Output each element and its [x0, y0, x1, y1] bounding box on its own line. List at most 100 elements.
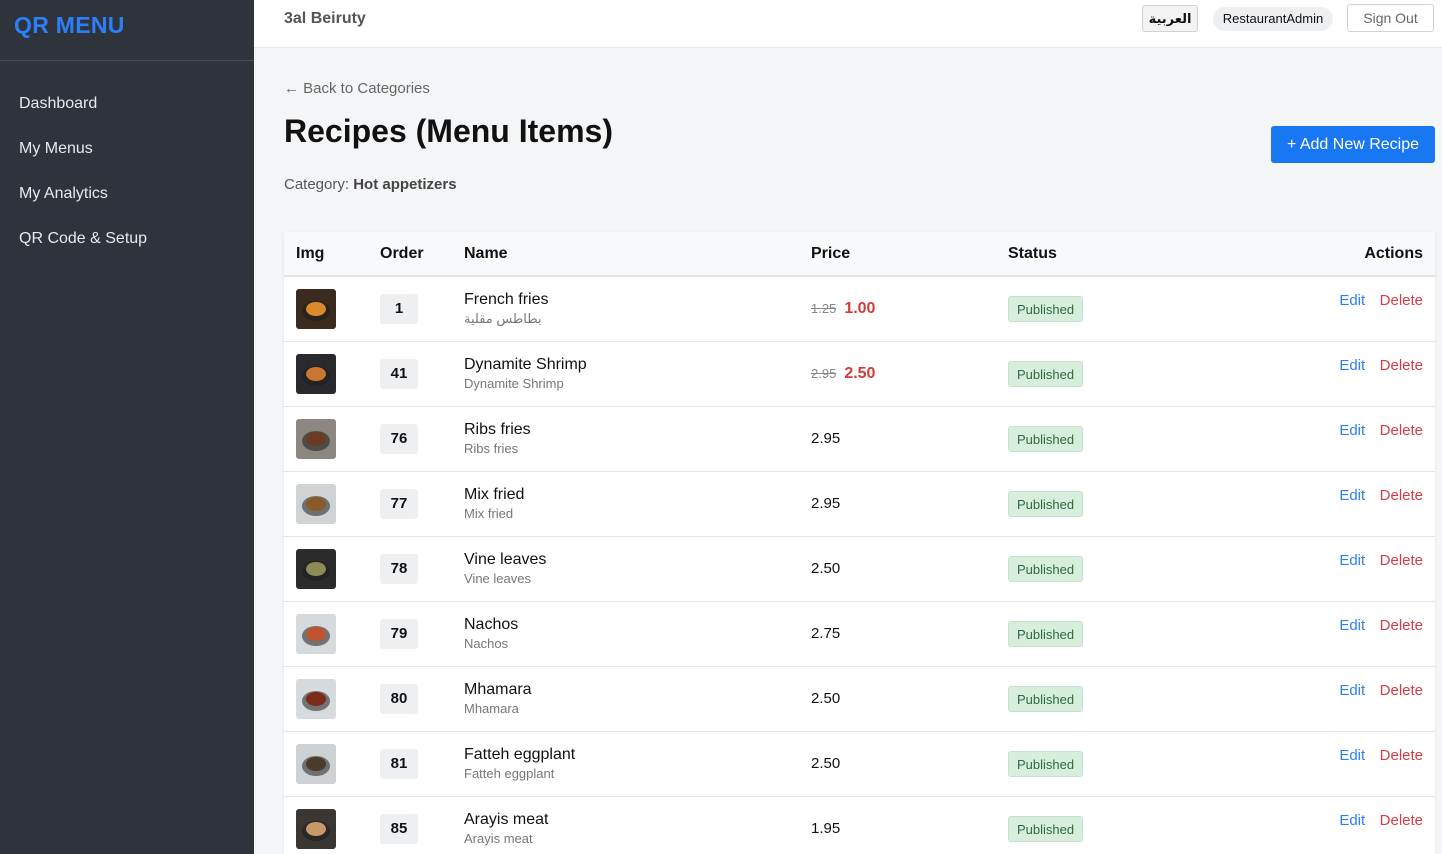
edit-button[interactable]: Edit [1339, 422, 1365, 439]
order-cell: 81 [380, 731, 464, 796]
recipes-table-card: Img Order Name Price Status Actions 1 Fr… [284, 232, 1435, 854]
order-number: 81 [380, 748, 418, 779]
actions-cell: Edit Delete [1248, 601, 1435, 666]
delete-button[interactable]: Delete [1380, 747, 1423, 764]
edit-button[interactable]: Edit [1339, 292, 1365, 309]
sidebar-nav: Dashboard My Menus My Analytics QR Code … [0, 61, 254, 272]
recipe-name: Dynamite Shrimp [464, 355, 587, 373]
recipe-thumbnail [296, 288, 336, 329]
recipe-thumbnail [296, 613, 336, 654]
price: 2.50 [811, 559, 841, 577]
status-badge: Published [1008, 555, 1084, 582]
order-cell: 41 [380, 341, 464, 406]
actions-cell: Edit Delete [1248, 471, 1435, 536]
brand-logo-text[interactable]: QR MENU [14, 12, 125, 38]
status-badge: Published [1008, 750, 1084, 777]
sidebar-item-dashboard[interactable]: Dashboard [0, 92, 254, 137]
recipe-name: Arayis meat [464, 810, 549, 828]
price: 2.50 [811, 754, 841, 772]
image-cell [284, 276, 380, 341]
name-cell: Nachos Nachos [464, 601, 811, 666]
name-cell: Arayis meat Arayis meat [464, 796, 811, 854]
name-cell: Dynamite Shrimp Dynamite Shrimp [464, 341, 811, 406]
back-to-categories-link[interactable]: ← Back to Categories [284, 80, 430, 97]
sidebar: QR MENU Dashboard My Menus My Analytics … [0, 0, 254, 854]
column-header-status: Status [1008, 244, 1057, 262]
column-header-actions: Actions [1364, 244, 1423, 262]
status-cell: Published [1008, 666, 1248, 731]
page-title: Recipes (Menu Items) [284, 113, 613, 149]
sidebar-item-my-menus[interactable]: My Menus [0, 137, 254, 182]
status-badge: Published [1008, 425, 1084, 452]
delete-button[interactable]: Delete [1380, 682, 1423, 699]
column-header-img: Img [296, 244, 325, 262]
price-cell: 2.95 [811, 406, 1008, 471]
delete-button[interactable]: Delete [1380, 617, 1423, 634]
language-toggle-button[interactable]: العربية [1142, 5, 1198, 32]
order-cell: 79 [380, 601, 464, 666]
price-cell: 2.75 [811, 601, 1008, 666]
image-cell [284, 471, 380, 536]
price-cell: 2.95 2.50 [811, 341, 1008, 406]
delete-button[interactable]: Delete [1380, 487, 1423, 504]
category-line: Category: Hot appetizers [284, 176, 457, 193]
column-header-order: Order [380, 244, 424, 262]
price-cell: 2.95 [811, 471, 1008, 536]
delete-button[interactable]: Delete [1380, 812, 1423, 829]
recipe-subname: Nachos [464, 635, 509, 651]
price: 2.95 [811, 494, 841, 512]
edit-button[interactable]: Edit [1339, 812, 1365, 829]
actions-cell: Edit Delete [1248, 536, 1435, 601]
sidebar-item-my-analytics[interactable]: My Analytics [0, 182, 254, 227]
order-number: 41 [380, 358, 418, 389]
edit-button[interactable]: Edit [1339, 682, 1365, 699]
image-cell [284, 341, 380, 406]
delete-button[interactable]: Delete [1380, 292, 1423, 309]
name-cell: French fries بطاطس مقلية [464, 276, 811, 341]
delete-button[interactable]: Delete [1380, 552, 1423, 569]
recipe-subname: Vine leaves [464, 570, 531, 586]
delete-button[interactable]: Delete [1380, 422, 1423, 439]
image-cell [284, 601, 380, 666]
order-number: 78 [380, 553, 418, 584]
status-badge: Published [1008, 360, 1084, 387]
table-row: 85 Arayis meat Arayis meat 1.95 Publishe… [284, 796, 1435, 854]
recipe-thumbnail [296, 678, 336, 719]
name-cell: Mhamara Mhamara [464, 666, 811, 731]
recipe-name: Nachos [464, 615, 519, 633]
price-cell: 1.95 [811, 796, 1008, 854]
delete-button[interactable]: Delete [1380, 357, 1423, 374]
order-number: 80 [380, 683, 418, 714]
sign-out-button[interactable]: Sign Out [1347, 4, 1434, 32]
table-row: 41 Dynamite Shrimp Dynamite Shrimp 2.95 2… [284, 341, 1435, 406]
recipe-thumbnail [296, 743, 336, 784]
recipe-name: Vine leaves [464, 550, 547, 568]
actions-cell: Edit Delete [1248, 341, 1435, 406]
order-number: 77 [380, 488, 418, 519]
order-number: 1 [380, 293, 418, 324]
image-cell [284, 666, 380, 731]
add-new-recipe-button[interactable]: + Add New Recipe [1271, 126, 1435, 163]
recipe-thumbnail [296, 418, 336, 459]
price: 2.50 [811, 689, 841, 707]
recipe-subname: Dynamite Shrimp [464, 375, 564, 391]
edit-button[interactable]: Edit [1339, 487, 1365, 504]
name-cell: Fatteh eggplant Fatteh eggplant [464, 731, 811, 796]
actions-cell: Edit Delete [1248, 276, 1435, 341]
recipe-subname: Arayis meat [464, 830, 533, 846]
edit-button[interactable]: Edit [1339, 357, 1365, 374]
recipe-name: French fries [464, 290, 549, 308]
status-badge: Published [1008, 620, 1084, 647]
edit-button[interactable]: Edit [1339, 552, 1365, 569]
table-header-row: Img Order Name Price Status Actions [284, 232, 1435, 276]
edit-button[interactable]: Edit [1339, 617, 1365, 634]
sidebar-item-qr-code-setup[interactable]: QR Code & Setup [0, 227, 254, 272]
order-cell: 78 [380, 536, 464, 601]
name-cell: Vine leaves Vine leaves [464, 536, 811, 601]
recipe-subname: Ribs fries [464, 440, 519, 456]
actions-cell: Edit Delete [1248, 666, 1435, 731]
edit-button[interactable]: Edit [1339, 747, 1365, 764]
column-header-name: Name [464, 244, 508, 262]
recipe-thumbnail [296, 353, 336, 394]
recipe-name: Mhamara [464, 680, 532, 698]
